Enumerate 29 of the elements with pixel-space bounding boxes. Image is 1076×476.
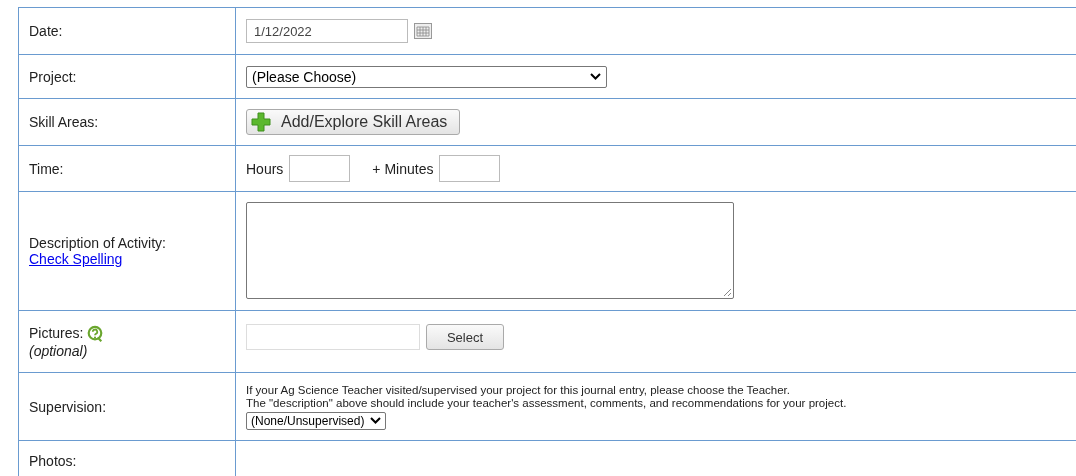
field-label: Date: bbox=[29, 23, 64, 39]
field-label: Pictures: bbox=[29, 324, 84, 341]
field-label: Time: bbox=[29, 160, 65, 177]
hours-label: Hours bbox=[246, 160, 284, 177]
field-label: Description of Activity: bbox=[29, 235, 167, 251]
description-textarea[interactable] bbox=[246, 202, 734, 299]
project-dropdown[interactable]: (Please Choose) bbox=[246, 65, 607, 88]
field-label: Skill Areas: bbox=[29, 114, 100, 130]
teacher-dropdown[interactable]: (None/Unsupervised) bbox=[246, 411, 387, 430]
add-skill-areas-button[interactable]: Add/Explore Skill Areas bbox=[246, 109, 461, 135]
field-label: Supervision: bbox=[29, 398, 108, 415]
resize-handle-icon[interactable] bbox=[723, 288, 731, 296]
hours-field[interactable] bbox=[289, 155, 351, 182]
field-label: Project: bbox=[29, 68, 78, 85]
date-field[interactable]: 1/12/2022 bbox=[246, 19, 408, 43]
minutes-label: + Minutes bbox=[372, 160, 434, 177]
instruction-text: The "description" above should include your teacher's assessment, comments, and recommendations for your project. bbox=[246, 396, 847, 410]
chevron-icon bbox=[370, 417, 382, 424]
instruction-text: If your Ag Science Teacher visited/supervised your project for this journal entry, please choose the Teacher. bbox=[246, 383, 790, 397]
plus-icon bbox=[251, 112, 271, 132]
file-field[interactable] bbox=[246, 324, 420, 350]
field-label: Photos: bbox=[29, 452, 78, 469]
calendar-icon[interactable] bbox=[414, 23, 432, 39]
minutes-field[interactable] bbox=[439, 155, 501, 182]
optional-note: (optional) bbox=[29, 342, 89, 359]
select-button[interactable]: Select bbox=[426, 324, 504, 350]
chevron-icon bbox=[590, 73, 601, 80]
help-icon[interactable] bbox=[86, 324, 105, 343]
check-spelling-link[interactable]: Check Spelling bbox=[29, 251, 123, 267]
